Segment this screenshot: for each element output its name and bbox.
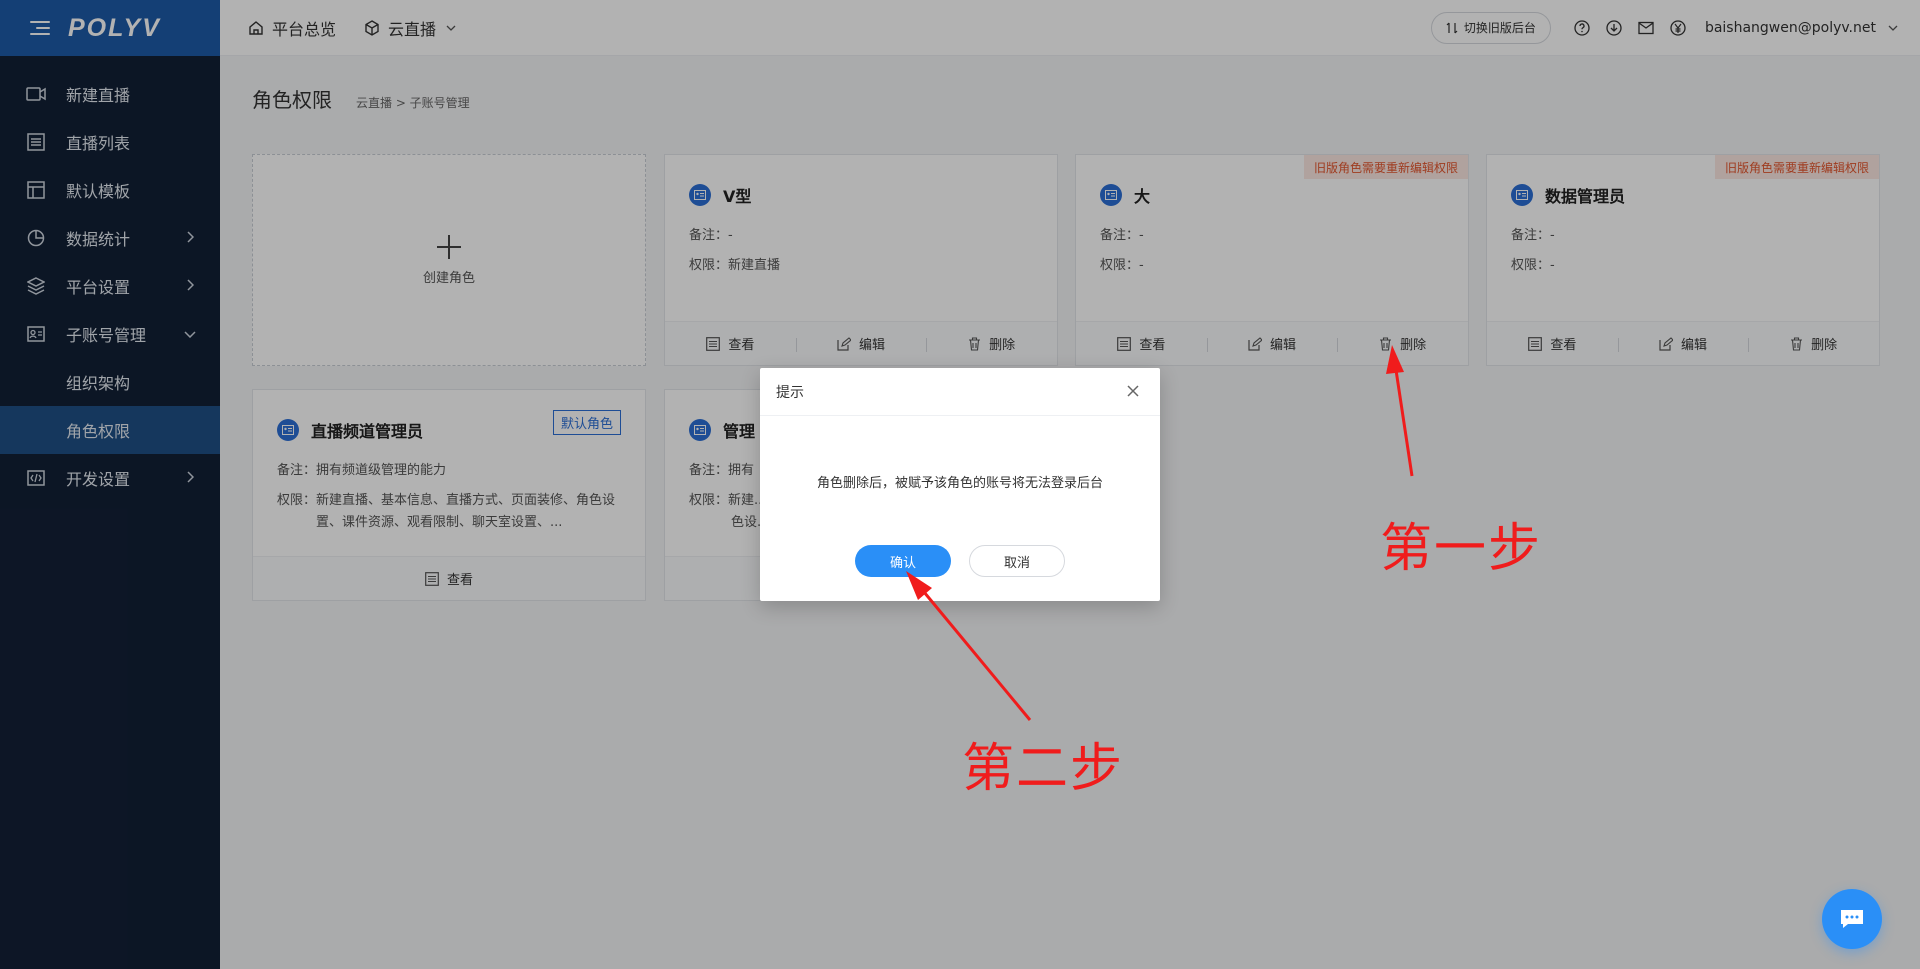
dialog-message: 角色删除后，被赋予该角色的账号将无法登录后台 [816,476,1103,491]
dialog-title: 提示 [776,384,804,401]
confirm-dialog: 提示 角色删除后，被赋予该角色的账号将无法登录后台 确认 取消 [760,368,1160,601]
annotation-step-two: 第二步 [962,739,1125,799]
annotation-step-one: 第一步 [1380,519,1543,579]
cancel-button[interactable]: 取消 [969,545,1065,577]
dialog-buttons: 确认 取消 [760,545,1160,577]
chat-icon [1841,910,1863,928]
confirm-button[interactable]: 确认 [855,545,951,577]
chat-support-button[interactable] [1822,889,1882,949]
close-icon[interactable] [1126,384,1140,398]
dialog-header: 提示 [760,368,1160,416]
